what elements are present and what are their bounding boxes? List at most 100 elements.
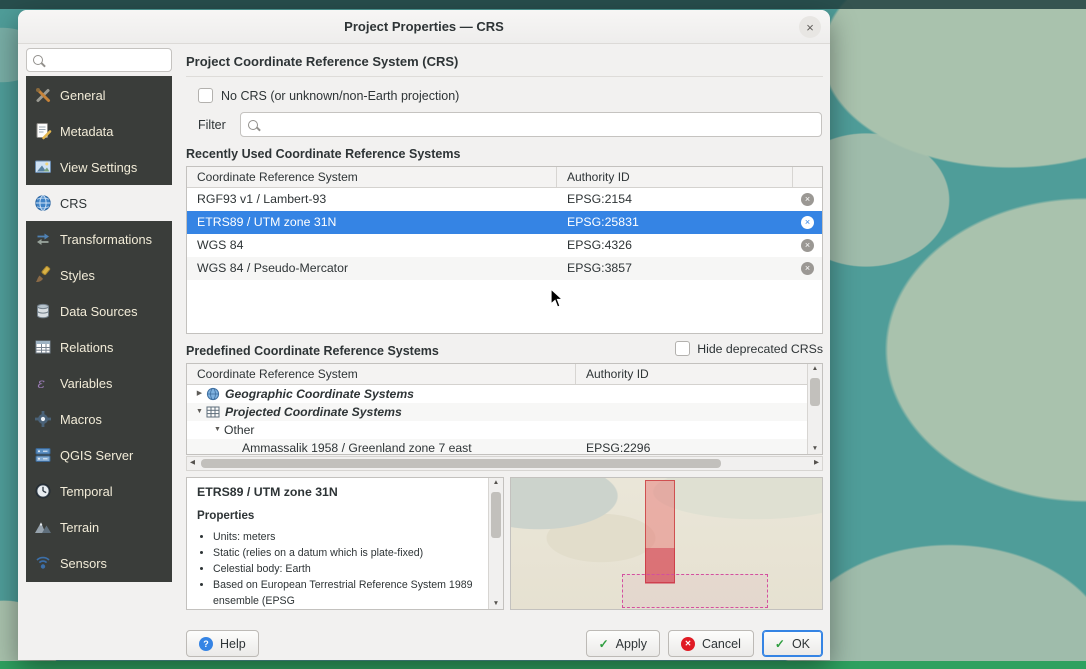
help-button[interactable]: ? Help xyxy=(186,630,259,657)
dialog-titlebar[interactable]: Project Properties — CRS × xyxy=(18,10,830,44)
recent-crs-heading: Recently Used Coordinate Reference Syste… xyxy=(186,147,460,161)
close-button[interactable]: × xyxy=(799,16,821,38)
remove-crs-icon[interactable]: × xyxy=(801,216,814,229)
tree-row-other[interactable]: ▼Other xyxy=(187,421,807,439)
remove-crs-icon[interactable]: × xyxy=(801,262,814,275)
extent-dashed-rect xyxy=(622,574,768,608)
properties-list: Units: metersStatic (relies on a datum w… xyxy=(213,530,482,609)
column-header-authority[interactable]: Authority ID xyxy=(576,364,807,384)
scroll-down-icon[interactable]: ▼ xyxy=(493,601,499,608)
tree-row-ammassalik-1958-greenland-zone-7-east[interactable]: Ammassalik 1958 / Greenland zone 7 eastE… xyxy=(187,439,807,454)
predefined-vertical-scrollbar[interactable]: ▲ ▼ xyxy=(807,364,822,454)
sidebar-item-crs[interactable]: CRS xyxy=(26,185,172,221)
scroll-left-icon[interactable]: ◀ xyxy=(190,460,195,467)
sidebar-item-data-sources[interactable]: Data Sources xyxy=(26,293,172,329)
predefined-table-body: ▶Geographic Coordinate Systems▼Projected… xyxy=(187,385,807,454)
background-top-strip xyxy=(0,0,1086,9)
predefined-horizontal-scrollbar[interactable]: ◀ ▶ xyxy=(186,456,823,471)
no-crs-checkbox[interactable] xyxy=(198,88,213,103)
tree-row-geographic-coordinate-systems[interactable]: ▶ Geographic Coordinate Systems xyxy=(187,385,807,403)
no-crs-label: No CRS (or unknown/non-Earth projection) xyxy=(221,89,459,103)
terrain-icon xyxy=(34,518,52,536)
tree-node-label: Ammassalik 1958 / Greenland zone 7 east xyxy=(242,439,472,454)
hide-deprecated-row: Hide deprecated CRSs xyxy=(675,341,823,356)
recent-crs-row[interactable]: WGS 84 / Pseudo-MercatorEPSG:3857× xyxy=(187,257,822,280)
sidebar-item-label: Variables xyxy=(60,376,112,391)
ok-button[interactable]: ✓ OK xyxy=(762,630,823,657)
sidebar-item-label: Transformations xyxy=(60,232,152,247)
remove-crs-icon[interactable]: × xyxy=(801,239,814,252)
recent-table-body: RGF93 v1 / Lambert-93EPSG:2154×ETRS89 / … xyxy=(187,188,822,280)
variables-icon: ε xyxy=(34,374,52,392)
tree-row-projected-coordinate-systems[interactable]: ▼ Projected Coordinate Systems xyxy=(187,403,807,421)
metadata-icon xyxy=(34,122,52,140)
sidebar-item-temporal[interactable]: Temporal xyxy=(26,473,172,509)
expand-expander-icon[interactable]: ▶ xyxy=(193,385,206,403)
data-sources-icon xyxy=(34,302,52,320)
scroll-right-icon[interactable]: ▶ xyxy=(814,460,819,467)
details-vertical-scrollbar[interactable]: ▲ ▼ xyxy=(488,478,503,609)
crs-name-cell: RGF93 v1 / Lambert-93 xyxy=(187,188,557,211)
temporal-icon xyxy=(34,482,52,500)
sidebar-item-relations[interactable]: Relations xyxy=(26,329,172,365)
sidebar-item-metadata[interactable]: Metadata xyxy=(26,113,172,149)
scrollbar-thumb[interactable] xyxy=(810,378,820,406)
sidebar-item-sensors[interactable]: Sensors xyxy=(26,545,172,581)
sidebar-item-styles[interactable]: Styles xyxy=(26,257,172,293)
sidebar-item-qgis-server[interactable]: QGIS Server xyxy=(26,437,172,473)
recent-crs-row[interactable]: WGS 84EPSG:4326× xyxy=(187,234,822,257)
crs-extent-preview xyxy=(510,477,823,610)
sidebar-item-label: General xyxy=(60,88,106,103)
apply-button[interactable]: ✓ Apply xyxy=(586,630,660,657)
sidebar-item-general[interactable]: General xyxy=(26,77,172,113)
column-header-authority[interactable]: Authority ID xyxy=(557,167,793,187)
view-settings-icon xyxy=(34,158,52,176)
scroll-down-icon[interactable]: ▼ xyxy=(812,446,818,453)
crs-details-panel: ETRS89 / UTM zone 31N Properties Units: … xyxy=(186,477,504,610)
hide-deprecated-checkbox[interactable] xyxy=(675,341,690,356)
wrench-icon xyxy=(34,86,52,104)
mouse-cursor xyxy=(550,288,565,312)
sidebar-item-transformations[interactable]: Transformations xyxy=(26,221,172,257)
predefined-crs-table: Coordinate Reference System Authority ID… xyxy=(186,363,823,455)
sidebar-item-label: CRS xyxy=(60,196,87,211)
sidebar-item-terrain[interactable]: Terrain xyxy=(26,509,172,545)
scroll-up-icon[interactable]: ▲ xyxy=(812,366,818,373)
sensors-icon xyxy=(34,554,52,572)
collapse-expander-icon[interactable]: ▼ xyxy=(193,403,206,421)
sidebar-item-variables[interactable]: ε Variables xyxy=(26,365,172,401)
sidebar-item-label: Metadata xyxy=(60,124,113,139)
sidebar-item-macros[interactable]: Macros xyxy=(26,401,172,437)
remove-crs-icon[interactable]: × xyxy=(801,193,814,206)
sidebar-search-input[interactable] xyxy=(48,53,165,67)
crs-authority-cell: EPSG:4326 xyxy=(557,234,793,257)
recent-table-header: Coordinate Reference System Authority ID xyxy=(187,167,822,188)
collapse-expander-icon[interactable]: ▼ xyxy=(211,421,224,439)
cancel-button[interactable]: ✕ Cancel xyxy=(668,630,754,657)
transformations-icon xyxy=(34,230,52,248)
details-bullet: Units: meters xyxy=(213,530,482,546)
column-header-crs[interactable]: Coordinate Reference System xyxy=(187,364,576,384)
filter-input[interactable] xyxy=(264,118,814,132)
properties-heading: Properties xyxy=(197,509,482,522)
filter-field[interactable] xyxy=(240,112,822,137)
sidebar-item-label: Macros xyxy=(60,412,102,427)
crs-details-content: ETRS89 / UTM zone 31N Properties Units: … xyxy=(187,478,488,609)
sidebar-search[interactable] xyxy=(26,48,172,72)
help-label: Help xyxy=(220,637,246,651)
sidebar-item-view-settings[interactable]: View Settings xyxy=(26,149,172,185)
tree-node-label: Projected Coordinate Systems xyxy=(225,403,402,421)
recent-crs-row[interactable]: RGF93 v1 / Lambert-93EPSG:2154× xyxy=(187,188,822,211)
svg-text:ε: ε xyxy=(38,376,46,392)
cancel-icon: ✕ xyxy=(681,637,695,651)
tree-node-label: Geographic Coordinate Systems xyxy=(225,385,414,403)
styles-icon xyxy=(34,266,52,284)
scroll-up-icon[interactable]: ▲ xyxy=(493,480,499,487)
scrollbar-thumb[interactable] xyxy=(491,492,501,538)
search-icon xyxy=(33,55,43,65)
dialog-title: Project Properties — CRS xyxy=(344,19,504,34)
panel-heading: Project Coordinate Reference System (CRS… xyxy=(186,54,458,69)
column-header-crs[interactable]: Coordinate Reference System xyxy=(187,167,557,187)
scrollbar-thumb[interactable] xyxy=(201,459,721,468)
recent-crs-row[interactable]: ETRS89 / UTM zone 31NEPSG:25831× xyxy=(187,211,822,234)
